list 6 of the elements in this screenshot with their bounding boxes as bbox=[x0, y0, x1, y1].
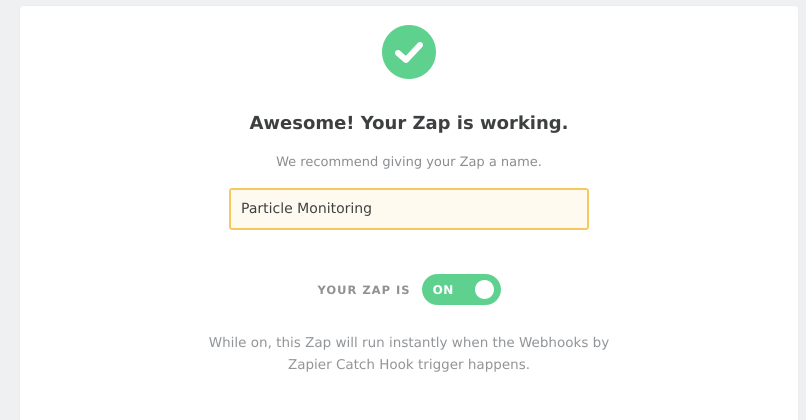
zap-status-label: YOUR ZAP IS bbox=[317, 282, 411, 296]
description-text: While on, this Zap will run instantly when the Webhooks by Zapier Catch Hook trigger happens. bbox=[208, 334, 610, 375]
success-title: Awesome! Your Zap is working. bbox=[249, 112, 569, 136]
recommendation-text: We recommend giving your Zap a name. bbox=[276, 154, 542, 172]
check-icon bbox=[382, 25, 436, 79]
zap-name-field[interactable]: Particle Monitoring bbox=[229, 188, 589, 230]
